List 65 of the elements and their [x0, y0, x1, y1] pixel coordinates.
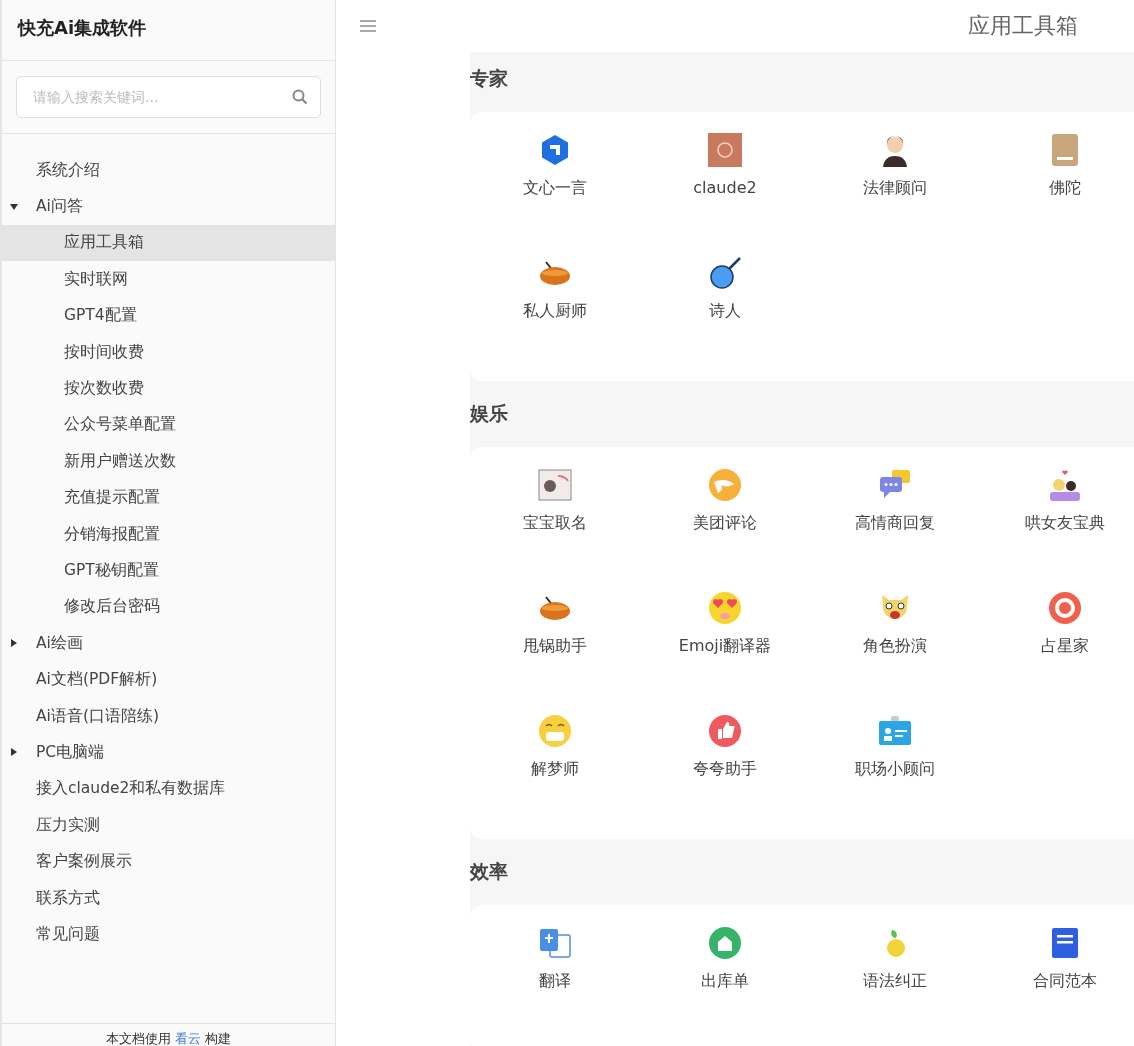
nav-item[interactable]: 按次数收费 [2, 370, 335, 407]
section-title: 专家 [470, 68, 509, 91]
nav-item[interactable]: 修改后台密码 [2, 588, 335, 626]
page-title: 应用工具箱 [968, 12, 1078, 40]
house-icon [708, 926, 742, 960]
app-label[interactable]: 美团评论 [693, 513, 757, 534]
thumbs-up-icon [708, 714, 742, 748]
nav-item[interactable]: 实时联网 [2, 261, 335, 298]
app-label[interactable]: 高情商回复 [855, 513, 935, 534]
footer-text: 本文档使用 看云 构建 [104, 1030, 233, 1046]
section-title: 娱乐 [470, 403, 509, 426]
app-label[interactable]: Emoji翻译器 [678, 636, 772, 657]
app-label[interactable]: 语法纠正 [863, 971, 927, 992]
nav-item[interactable]: 公众号菜单配置 [2, 406, 335, 444]
id-card-icon [878, 714, 912, 748]
app-label[interactable]: 法律顾问 [863, 178, 927, 199]
app-label[interactable]: claude2 [693, 178, 757, 197]
nav-item[interactable]: 新用户赠送次数 [2, 443, 335, 480]
app-label[interactable]: 夸夸助手 [693, 759, 757, 780]
app-label[interactable]: 宝宝取名 [523, 513, 587, 534]
app-label[interactable]: 解梦师 [531, 759, 579, 780]
app-label[interactable]: 角色扮演 [863, 636, 927, 657]
app-label[interactable]: 佛陀 [1049, 178, 1081, 199]
app-label[interactable]: 占星家 [1041, 636, 1089, 657]
nav-item[interactable]: 客户案例展示 [2, 843, 335, 880]
search-icon[interactable] [292, 89, 308, 105]
nav-item[interactable]: 按时间收费 [2, 333, 335, 371]
translate-icon [538, 926, 572, 960]
nav-item[interactable]: PC电脑端 [2, 734, 335, 771]
nav-item[interactable]: 联系方式 [2, 879, 335, 917]
nav-item[interactable]: 系统介绍 [2, 152, 335, 189]
app-label[interactable]: 私人厨师 [523, 301, 587, 322]
nav-item[interactable]: Ai绘画 [2, 625, 335, 662]
target-icon [1048, 591, 1082, 625]
footer-link[interactable]: 看云 [175, 1031, 201, 1046]
masked-face-icon [538, 714, 572, 748]
nav-item[interactable]: GPT秘钥配置 [2, 552, 335, 589]
nav-item[interactable]: GPT4配置 [2, 297, 335, 334]
app-label[interactable]: 职场小顾问 [855, 759, 935, 780]
nav-item[interactable]: 应用工具箱 [2, 224, 335, 262]
nav-item[interactable]: 接入claude2和私有数据库 [2, 770, 335, 808]
nav-item[interactable]: Ai文档(PDF解析) [2, 661, 335, 698]
app-label[interactable]: 文心一言 [523, 178, 587, 199]
section-title: 效率 [470, 861, 509, 884]
caret-icon[interactable] [10, 202, 18, 211]
couple-icon [1048, 468, 1082, 502]
app-label[interactable]: 出库单 [701, 971, 749, 992]
app-label[interactable]: 诗人 [709, 301, 741, 322]
search-field[interactable]: 请输入搜索关键词... [16, 76, 321, 118]
nav-item[interactable]: Ai问答 [2, 188, 335, 225]
caret-icon[interactable] [10, 639, 18, 648]
nav-item[interactable]: 压力实测 [2, 807, 335, 844]
brand-title: 快充Ai集成软件 [2, 0, 335, 61]
nav-item[interactable]: Ai语音(口语陪练) [2, 697, 335, 735]
nav-item[interactable]: 常见问题 [2, 916, 335, 953]
app-label[interactable]: 甩锅助手 [523, 636, 587, 657]
app-label[interactable]: 合同范本 [1033, 971, 1097, 992]
lute-icon [708, 256, 742, 290]
caret-icon[interactable] [10, 748, 18, 757]
picture-icon [538, 468, 572, 502]
app-label[interactable]: 翻译 [539, 971, 571, 992]
nav-item[interactable]: 分销海报配置 [2, 515, 335, 553]
app-label[interactable]: 哄女友宝典 [1025, 513, 1105, 534]
nav-item[interactable]: 充值提示配置 [2, 479, 335, 516]
heart-eyes-emoji-icon [708, 591, 742, 625]
